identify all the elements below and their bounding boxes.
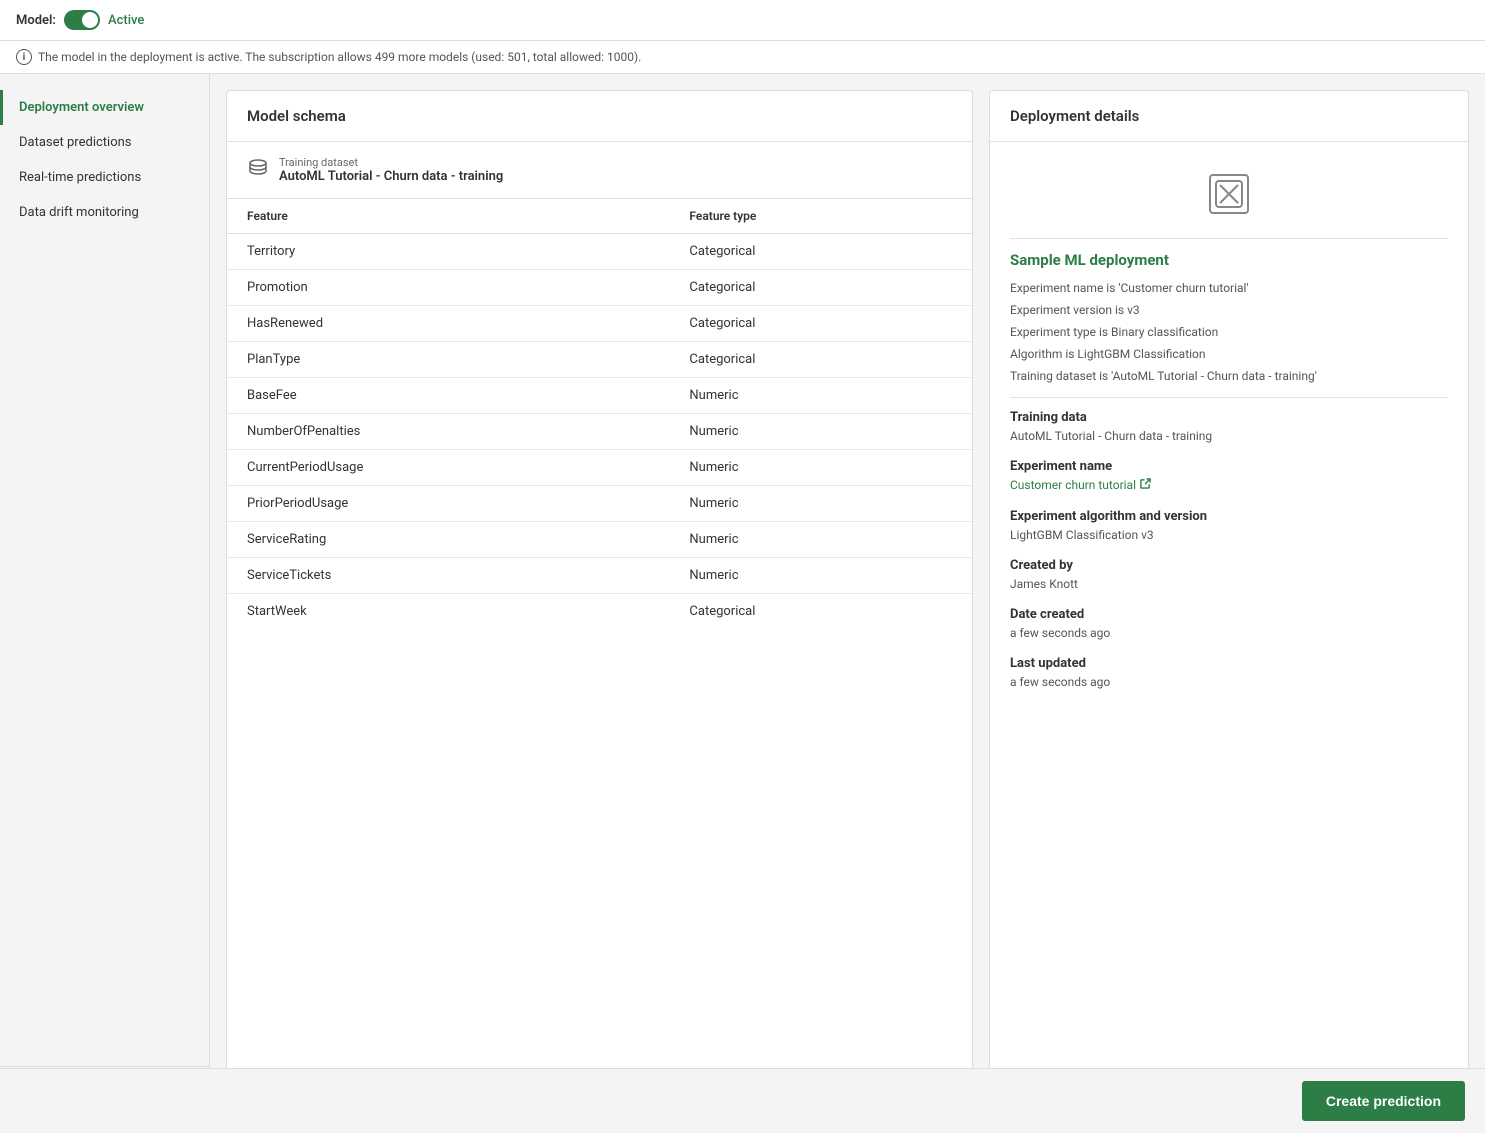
detail-section-label: Experiment name (1010, 459, 1448, 474)
detail-section-label: Experiment algorithm and version (1010, 509, 1448, 524)
feature-cell: PlanType (227, 342, 669, 378)
model-icon (1209, 174, 1249, 214)
description-line: Experiment version is v3 (1010, 301, 1448, 319)
detail-section-value: a few seconds ago (1010, 626, 1448, 640)
feature-cell: Territory (227, 234, 669, 270)
training-name: AutoML Tutorial - Churn data - training (279, 169, 503, 184)
details-panel: Deployment details Sample ML deployment … (989, 90, 1469, 1101)
detail-section: Experiment algorithm and version LightGBM… (1010, 509, 1448, 542)
feature-type-cell: Categorical (669, 306, 972, 342)
feature-cell: CurrentPeriodUsage (227, 450, 669, 486)
model-icon-container (1010, 158, 1448, 226)
feature-type-cell: Numeric (669, 414, 972, 450)
table-row: TerritoryCategorical (227, 234, 972, 270)
feature-type-cell: Categorical (669, 342, 972, 378)
table-row: PlanTypeCategorical (227, 342, 972, 378)
feature-type-cell: Categorical (669, 594, 972, 630)
training-dataset-section: Training dataset AutoML Tutorial - Churn… (227, 142, 972, 199)
detail-section: Experiment name Customer churn tutorial (1010, 459, 1448, 493)
table-row: BaseFeeNumeric (227, 378, 972, 414)
deployment-name: Sample ML deployment (1010, 251, 1448, 269)
detail-section-label: Last updated (1010, 656, 1448, 671)
schema-panel-header: Model schema (227, 91, 972, 142)
schema-table-header-row: Feature Feature type (227, 199, 972, 234)
feature-type-cell: Numeric (669, 486, 972, 522)
feature-cell: StartWeek (227, 594, 669, 630)
table-row: StartWeekCategorical (227, 594, 972, 630)
detail-sections: Training data AutoML Tutorial - Churn dat… (1010, 410, 1448, 689)
feature-cell: NumberOfPenalties (227, 414, 669, 450)
detail-section-value: LightGBM Classification v3 (1010, 528, 1448, 542)
detail-section-label: Training data (1010, 410, 1448, 425)
schema-table: Feature Feature type TerritoryCategorica… (227, 199, 972, 629)
description-line: Experiment type is Binary classification (1010, 323, 1448, 341)
top-bar: Model: Active (0, 0, 1485, 41)
table-row: PriorPeriodUsageNumeric (227, 486, 972, 522)
sidebar-item-dataset-predictions[interactable]: Dataset predictions (0, 125, 209, 160)
description-line: Experiment name is 'Customer churn tutor… (1010, 279, 1448, 297)
feature-cell: ServiceRating (227, 522, 669, 558)
description-line: Algorithm is LightGBM Classification (1010, 345, 1448, 363)
description-lines: Experiment name is 'Customer churn tutor… (1010, 279, 1448, 385)
model-label: Model: (16, 13, 56, 28)
table-row: CurrentPeriodUsageNumeric (227, 450, 972, 486)
table-row: HasRenewedCategorical (227, 306, 972, 342)
training-label: Training dataset (279, 156, 503, 169)
detail-section: Date created a few seconds ago (1010, 607, 1448, 640)
detail-section: Created by James Knott (1010, 558, 1448, 591)
divider (1010, 238, 1448, 239)
detail-section-value: AutoML Tutorial - Churn data - training (1010, 429, 1448, 443)
sidebar: Deployment overview Dataset predictions … (0, 74, 210, 1117)
table-row: ServiceRatingNumeric (227, 522, 972, 558)
info-message: The model in the deployment is active. T… (38, 50, 641, 64)
database-icon (247, 157, 269, 184)
sidebar-item-data-drift[interactable]: Data drift monitoring (0, 195, 209, 230)
feature-column-header: Feature (227, 199, 669, 234)
detail-section-value: James Knott (1010, 577, 1448, 591)
detail-section-label: Created by (1010, 558, 1448, 573)
detail-section-label: Date created (1010, 607, 1448, 622)
status-badge: Active (108, 13, 144, 28)
schema-panel: Model schema Training dataset AutoML Tut… (226, 90, 973, 1101)
details-panel-header: Deployment details (990, 91, 1468, 142)
external-link-icon (1140, 478, 1151, 492)
model-toggle[interactable] (64, 10, 100, 30)
feature-type-cell: Numeric (669, 378, 972, 414)
schema-table-body: TerritoryCategoricalPromotionCategorical… (227, 234, 972, 630)
feature-type-cell: Categorical (669, 270, 972, 306)
feature-cell: ServiceTickets (227, 558, 669, 594)
detail-section-value: a few seconds ago (1010, 675, 1448, 689)
table-row: PromotionCategorical (227, 270, 972, 306)
bottom-bar: Create prediction (0, 1068, 1485, 1133)
sidebar-item-deployment-overview[interactable]: Deployment overview (0, 90, 209, 125)
info-icon: i (16, 49, 32, 65)
detail-section-link[interactable]: Customer churn tutorial (1010, 478, 1151, 492)
details-content: Sample ML deployment Experiment name is … (990, 142, 1468, 1100)
table-row: ServiceTicketsNumeric (227, 558, 972, 594)
feature-type-column-header: Feature type (669, 199, 972, 234)
training-dataset-info: Training dataset AutoML Tutorial - Churn… (279, 156, 503, 184)
feature-type-cell: Numeric (669, 558, 972, 594)
description-line: Training dataset is 'AutoML Tutorial - C… (1010, 367, 1448, 385)
feature-cell: Promotion (227, 270, 669, 306)
feature-cell: PriorPeriodUsage (227, 486, 669, 522)
content-area: Model schema Training dataset AutoML Tut… (210, 74, 1485, 1117)
sidebar-nav: Deployment overview Dataset predictions … (0, 90, 209, 230)
table-row: NumberOfPenaltiesNumeric (227, 414, 972, 450)
create-prediction-button[interactable]: Create prediction (1302, 1081, 1465, 1121)
info-bar: i The model in the deployment is active.… (0, 41, 1485, 74)
feature-type-cell: Numeric (669, 522, 972, 558)
divider2 (1010, 397, 1448, 398)
feature-cell: HasRenewed (227, 306, 669, 342)
sidebar-item-realtime-predictions[interactable]: Real-time predictions (0, 160, 209, 195)
main-layout: Deployment overview Dataset predictions … (0, 74, 1485, 1117)
feature-cell: BaseFee (227, 378, 669, 414)
model-status: Model: Active (16, 10, 1469, 30)
detail-section: Training data AutoML Tutorial - Churn dat… (1010, 410, 1448, 443)
feature-type-cell: Categorical (669, 234, 972, 270)
detail-section: Last updated a few seconds ago (1010, 656, 1448, 689)
feature-type-cell: Numeric (669, 450, 972, 486)
